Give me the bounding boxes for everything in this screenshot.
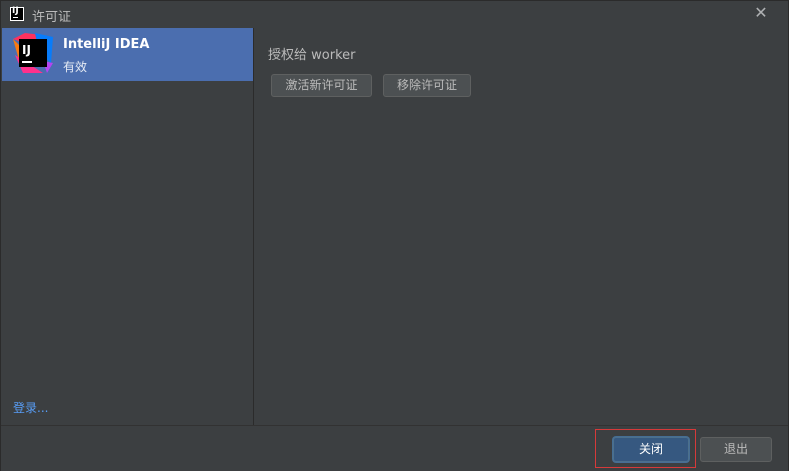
dialog-footer: 关闭 退出 (1, 425, 788, 471)
license-dialog: IJ 许可证 ✕ IJ IntelliJ IDEA 有效 登录... 授权给 w… (0, 0, 789, 471)
product-list-panel: IJ IntelliJ IDEA 有效 登录... (2, 28, 254, 425)
product-item-intellij[interactable]: IJ IntelliJ IDEA 有效 (2, 28, 253, 81)
svg-text:IJ: IJ (22, 43, 31, 57)
product-name: IntelliJ IDEA (63, 37, 150, 52)
intellij-idea-logo-icon: IJ (13, 33, 53, 73)
activate-new-license-button[interactable]: 激活新许可证 (271, 74, 372, 97)
product-status: 有效 (63, 60, 88, 74)
login-link[interactable]: 登录... (13, 399, 48, 416)
window-title: 许可证 (32, 10, 72, 25)
intellij-icon: IJ (10, 6, 24, 21)
title-bar: IJ 许可证 ✕ (1, 1, 788, 28)
licensed-to-text: 授权给 worker (268, 48, 356, 63)
exit-button[interactable]: 退出 (700, 437, 772, 462)
license-details-panel: 授权给 worker 激活新许可证 移除许可证 (254, 28, 788, 425)
remove-license-button[interactable]: 移除许可证 (383, 74, 471, 97)
close-icon[interactable]: ✕ (752, 4, 770, 22)
close-button[interactable]: 关闭 (613, 437, 689, 462)
